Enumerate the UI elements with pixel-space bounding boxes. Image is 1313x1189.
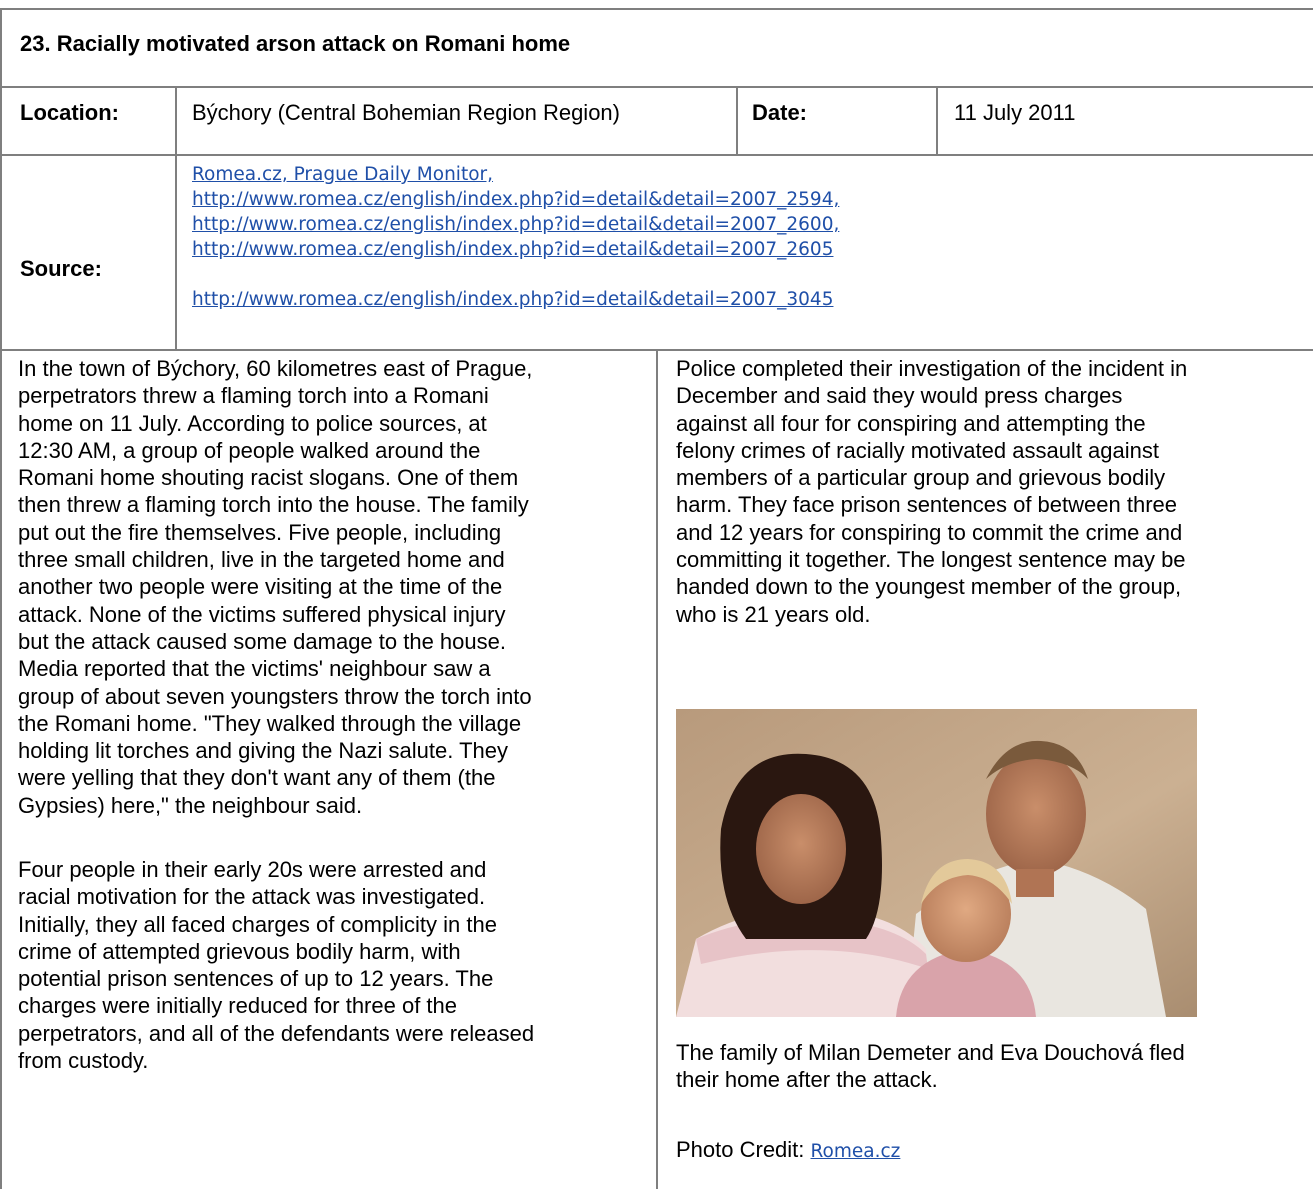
photo-credit-link[interactable]: Romea.cz — [811, 1141, 901, 1162]
location-value: Býchory (Central Bohemian Region Region) — [192, 100, 620, 125]
source-link[interactable]: http://www.romea.cz/english/index.php?id… — [192, 187, 839, 212]
source-link[interactable]: http://www.romea.cz/english/index.php?id… — [192, 237, 839, 262]
column-divider — [936, 86, 938, 154]
source-link[interactable]: Romea.cz, Prague Daily Monitor, — [192, 162, 839, 187]
body-paragraph: Police completed their investigation of … — [676, 356, 1188, 627]
photo-credit-label: Photo Credit: — [676, 1137, 811, 1162]
column-divider — [656, 349, 658, 1189]
column-divider — [736, 86, 738, 154]
date-label: Date: — [752, 100, 808, 125]
row-divider — [0, 154, 1313, 156]
source-links: Romea.cz, Prague Daily Monitor, http://w… — [192, 162, 839, 312]
source-label: Source: — [20, 256, 102, 281]
document-page: 23. Racially motivated arson attack on R… — [0, 0, 1313, 1189]
photo-credit: Photo Credit: Romea.cz — [676, 1137, 900, 1163]
date-value: 11 July 2011 — [954, 100, 1076, 125]
source-link[interactable]: http://www.romea.cz/english/index.php?id… — [192, 287, 839, 312]
location-label: Location: — [20, 100, 119, 125]
body-paragraph: In the town of Býchory, 60 kilometres ea… — [18, 356, 533, 818]
photo-caption: The family of Milan Demeter and Eva Douc… — [676, 1040, 1185, 1093]
border-top — [0, 8, 1313, 10]
family-photo — [676, 709, 1197, 1017]
row-divider — [0, 86, 1313, 88]
column-divider — [175, 86, 177, 349]
border-left — [0, 8, 2, 1189]
body-paragraph: Four people in their early 20s were arre… — [18, 857, 535, 1074]
source-link[interactable]: http://www.romea.cz/english/index.php?id… — [192, 212, 839, 237]
page-title: 23. Racially motivated arson attack on R… — [20, 31, 571, 56]
